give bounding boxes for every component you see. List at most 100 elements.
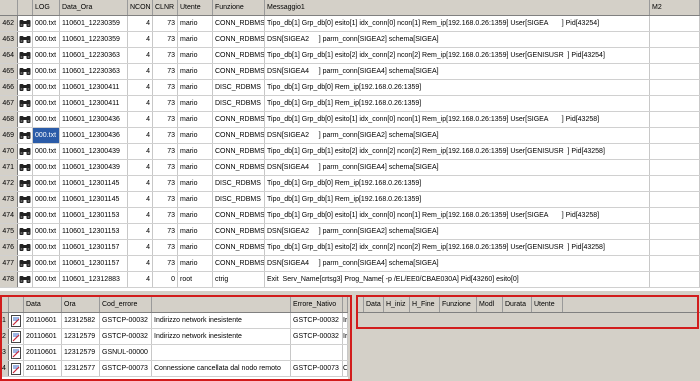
row-number[interactable]: 472 [0,176,18,191]
cell-ncon[interactable]: 4 [128,64,153,79]
cell-messaggio1[interactable]: Tipo_db[1] Grp_db[0] Rem_ip[192.168.0.26… [265,80,650,95]
cell-utente[interactable]: mario [178,16,213,31]
binoculars-icon[interactable] [18,192,33,207]
cell-utente[interactable]: mario [178,192,213,207]
cell-data-ora[interactable]: 110601_12300439 [60,144,128,159]
cell-ncon[interactable]: 4 [128,272,153,287]
row-number[interactable]: 467 [0,96,18,111]
col-header-messaggio1[interactable]: Messaggio1 [265,0,650,15]
cell-data-ora[interactable]: 110601_12301145 [60,192,128,207]
cell-messaggio1[interactable]: Exit Serv_Name[crtsg3] Prog_Name[ -p /EL… [265,272,650,287]
cell-ncon[interactable]: 4 [128,112,153,127]
cell-funzione[interactable]: CONN_RDBMS [213,32,265,47]
table-row[interactable]: 472 000.txt 110601_12301145 4 73 mario DISC_RD… [0,176,700,192]
binoculars-icon[interactable] [18,160,33,175]
row-number[interactable]: 470 [0,144,18,159]
cell-ncon[interactable]: 4 [128,208,153,223]
cell-m2[interactable] [650,208,700,223]
cell-log[interactable]: 000.txt [33,208,60,223]
cell-ncon[interactable]: 4 [128,48,153,63]
cell-funzione[interactable]: CONN_RDBMS [213,128,265,143]
cell-data-ora[interactable]: 110601_12300436 [60,128,128,143]
cell-m2[interactable] [650,160,700,175]
cell-utente[interactable]: mario [178,112,213,127]
cell-data-ora[interactable]: 110601_12301153 [60,224,128,239]
row-number[interactable]: 468 [0,112,18,127]
cell-utente[interactable]: mario [178,224,213,239]
cell-messaggio1[interactable]: Tipo_db[1] Grp_db[1] Rem_ip[192.168.0.26… [265,96,650,111]
cell-clnr[interactable]: 73 [153,208,178,223]
cell-clnr[interactable]: 73 [153,160,178,175]
binoculars-icon[interactable] [18,176,33,191]
binoculars-icon[interactable] [18,80,33,95]
cell-utente[interactable]: root [178,272,213,287]
cell-messaggio1[interactable]: DSN[SIGEA2 ] parm_conn[SIGEA2] schema[SI… [265,128,650,143]
cell-funzione[interactable]: CONN_RDBMS [213,240,265,255]
table-row[interactable]: 462 000.txt 110601_12230359 4 73 mario CONN_RD… [0,16,700,32]
cell-ncon[interactable]: 4 [128,96,153,111]
cell-clnr[interactable]: 73 [153,192,178,207]
cell-funzione[interactable]: DISC_RDBMS [213,96,265,111]
cell-log[interactable]: 000.txt [33,272,60,287]
cell-clnr[interactable]: 73 [153,96,178,111]
cell-log[interactable]: 000.txt [33,192,60,207]
cell-clnr[interactable]: 73 [153,32,178,47]
cell-utente[interactable]: mario [178,240,213,255]
table-row[interactable]: 474 000.txt 110601_12301153 4 73 mario CONN_RD… [0,208,700,224]
cell-data-ora[interactable]: 110601_12230359 [60,16,128,31]
table-row[interactable]: 467 000.txt 110601_12300411 4 73 mario DISC_RD… [0,96,700,112]
binoculars-icon[interactable] [18,112,33,127]
cell-data-ora[interactable]: 110601_12301157 [60,240,128,255]
cell-messaggio1[interactable]: DSN[SIGEA4 ] parm_conn[SIGEA4] schema[SI… [265,256,650,271]
cell-utente[interactable]: mario [178,96,213,111]
cell-funzione[interactable]: CONN_RDBMS [213,48,265,63]
table-row[interactable]: 464 000.txt 110601_12230363 4 73 mario CONN_RD… [0,48,700,64]
row-number[interactable]: 462 [0,16,18,31]
cell-log[interactable]: 000.txt [33,176,60,191]
row-number[interactable]: 466 [0,80,18,95]
cell-data-ora[interactable]: 110601_12312883 [60,272,128,287]
cell-funzione[interactable]: DISC_RDBMS [213,192,265,207]
table-row[interactable]: 468 000.txt 110601_12300436 4 73 mario CONN_RD… [0,112,700,128]
cell-utente[interactable]: mario [178,128,213,143]
binoculars-icon[interactable] [18,128,33,143]
cell-data-ora[interactable]: 110601_12301153 [60,208,128,223]
cell-ncon[interactable]: 4 [128,224,153,239]
binoculars-icon[interactable] [18,32,33,47]
cell-clnr[interactable]: 0 [153,272,178,287]
cell-messaggio1[interactable]: Tipo_db[1] Grp_db[0] esito[1] idx_conn[0… [265,112,650,127]
row-number[interactable]: 473 [0,192,18,207]
cell-data-ora[interactable]: 110601_12301145 [60,176,128,191]
cell-messaggio1[interactable]: Tipo_db[1] Grp_db[0] esito[1] idx_conn[0… [265,208,650,223]
row-number[interactable]: 477 [0,256,18,271]
cell-ncon[interactable]: 4 [128,32,153,47]
cell-messaggio1[interactable]: Tipo_db[1] Grp_db[1] Rem_ip[192.168.0.26… [265,192,650,207]
cell-clnr[interactable]: 73 [153,48,178,63]
cell-utente[interactable]: mario [178,256,213,271]
cell-log[interactable]: 000.txt [33,16,60,31]
cell-messaggio1[interactable]: DSN[SIGEA2 ] parm_conn[SIGEA2] schema[SI… [265,32,650,47]
col-header-clnr[interactable]: CLNR [153,0,178,15]
col-header-utente[interactable]: Utente [178,0,213,15]
row-number[interactable]: 464 [0,48,18,63]
cell-log[interactable]: 000.txt [33,96,60,111]
cell-funzione[interactable]: CONN_RDBMS [213,208,265,223]
row-number[interactable]: 465 [0,64,18,79]
table-row[interactable]: 469 000.txt 110601_12300436 4 73 mario CONN_RD… [0,128,700,144]
col-header-data-ora[interactable]: Data_Ora [60,0,128,15]
table-row[interactable]: 463 000.txt 110601_12230359 4 73 mario CONN_RD… [0,32,700,48]
binoculars-icon[interactable] [18,16,33,31]
cell-funzione[interactable]: CONN_RDBMS [213,16,265,31]
col-header-funzione[interactable]: Funzione [213,0,265,15]
log-grid[interactable]: LOG Data_Ora NCON CLNR Utente Funzione M… [0,0,700,291]
cell-funzione[interactable]: CONN_RDBMS [213,64,265,79]
binoculars-icon[interactable] [18,48,33,63]
cell-clnr[interactable]: 73 [153,16,178,31]
cell-data-ora[interactable]: 110601_12230363 [60,64,128,79]
table-row[interactable]: 466 000.txt 110601_12300411 4 73 mario DISC_RD… [0,80,700,96]
cell-log[interactable]: 000.txt [33,112,60,127]
cell-clnr[interactable]: 73 [153,176,178,191]
cell-data-ora[interactable]: 110601_12230363 [60,48,128,63]
table-row[interactable]: 470 000.txt 110601_12300439 4 73 mario CONN_RD… [0,144,700,160]
col-header-ncon[interactable]: NCON [128,0,153,15]
